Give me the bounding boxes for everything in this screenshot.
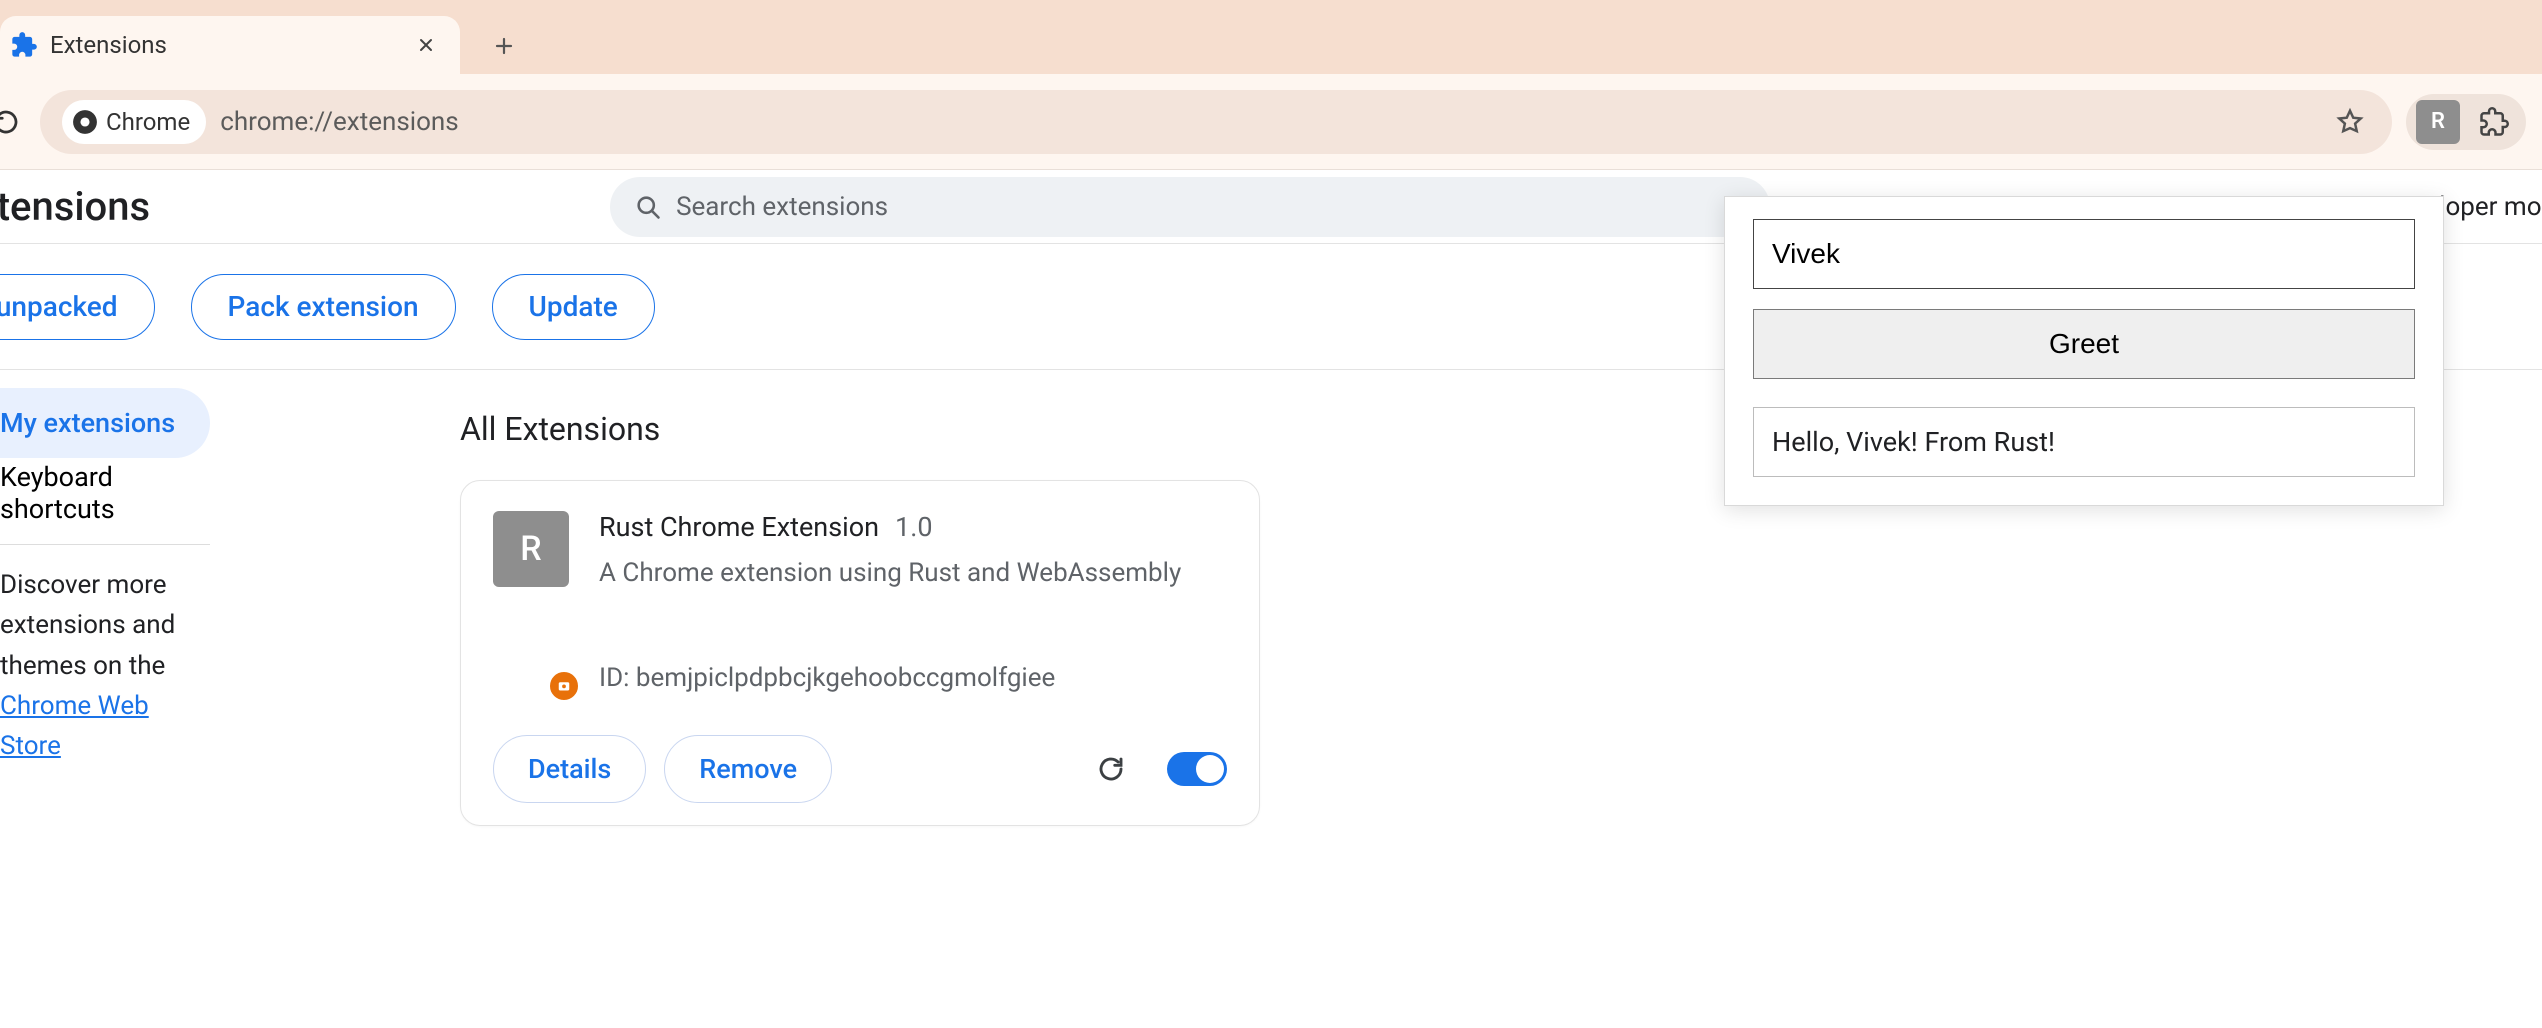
extension-popup: Greet Hello, Vivek! From Rust! bbox=[1724, 196, 2444, 506]
sidebar: My extensions Keyboard shortcuts Discove… bbox=[0, 370, 210, 826]
new-tab-button[interactable] bbox=[480, 22, 528, 70]
tab-strip: Extensions bbox=[0, 0, 2542, 74]
load-unpacked-button[interactable]: Load unpacked bbox=[0, 274, 155, 340]
extension-description: A Chrome extension using Rust and WebAss… bbox=[599, 555, 1227, 593]
enable-extension-toggle[interactable] bbox=[1167, 752, 1227, 786]
extension-card: R Rust Chrome Extension 1.0 A Chrome ext… bbox=[460, 480, 1260, 826]
tab-title: Extensions bbox=[50, 31, 167, 59]
search-extensions-input[interactable]: Search extensions bbox=[610, 177, 1770, 237]
extensions-page: Extensions Search extensions Developer m… bbox=[0, 170, 2542, 1028]
details-button[interactable]: Details bbox=[493, 735, 646, 803]
search-icon bbox=[634, 193, 662, 221]
search-placeholder: Search extensions bbox=[676, 192, 888, 222]
page-title: Extensions bbox=[0, 183, 150, 230]
extension-puzzle-icon bbox=[10, 31, 38, 59]
sidebar-item-keyboard-shortcuts[interactable]: Keyboard shortcuts bbox=[0, 458, 210, 528]
extension-version: 1.0 bbox=[895, 511, 932, 543]
browser-chrome: Extensions Chrome chrome://extensions bbox=[0, 0, 2542, 170]
extension-id: ID: bemjpiclpdpbcjkgehoobccgmolfgiee bbox=[599, 663, 1227, 693]
chrome-logo-icon bbox=[72, 109, 98, 135]
profile-avatar: R bbox=[2416, 100, 2460, 144]
reload-extension-button[interactable] bbox=[1091, 749, 1131, 789]
greet-button[interactable]: Greet bbox=[1753, 309, 2415, 379]
extension-error-badge-icon bbox=[547, 669, 581, 703]
main-column: All Extensions R Rust Chrome Extension 1… bbox=[210, 370, 1260, 826]
close-tab-button[interactable] bbox=[412, 31, 440, 59]
bookmark-star-button[interactable] bbox=[2330, 102, 2370, 142]
remove-button[interactable]: Remove bbox=[664, 735, 832, 803]
extension-icon: R bbox=[493, 511, 569, 587]
section-heading-all-extensions: All Extensions bbox=[460, 410, 1260, 448]
address-bar-row: Chrome chrome://extensions R bbox=[0, 74, 2542, 170]
greet-output: Hello, Vivek! From Rust! bbox=[1753, 407, 2415, 477]
profile-chip[interactable]: R bbox=[2406, 94, 2526, 150]
sidebar-item-my-extensions[interactable]: My extensions bbox=[0, 388, 210, 458]
name-input[interactable] bbox=[1753, 219, 2415, 289]
sidebar-discover-note: Discover more extensions and themes on t… bbox=[0, 565, 210, 766]
url-text: chrome://extensions bbox=[220, 107, 459, 137]
sidebar-divider bbox=[0, 544, 210, 545]
extension-name: Rust Chrome Extension bbox=[599, 511, 879, 543]
site-identity-label: Chrome bbox=[106, 108, 190, 136]
chrome-web-store-link[interactable]: Chrome Web Store bbox=[0, 691, 149, 761]
update-button[interactable]: Update bbox=[492, 274, 655, 340]
sidebar-note-text: Discover more extensions and themes on t… bbox=[0, 570, 175, 681]
extensions-toolbar-button[interactable] bbox=[2472, 100, 2516, 144]
reload-button[interactable] bbox=[0, 102, 26, 142]
extension-icon-wrap: R bbox=[493, 511, 571, 693]
site-identity-chip[interactable]: Chrome bbox=[62, 100, 206, 144]
address-bar[interactable]: Chrome chrome://extensions bbox=[40, 90, 2392, 154]
browser-tab[interactable]: Extensions bbox=[0, 16, 460, 74]
pack-extension-button[interactable]: Pack extension bbox=[191, 274, 456, 340]
